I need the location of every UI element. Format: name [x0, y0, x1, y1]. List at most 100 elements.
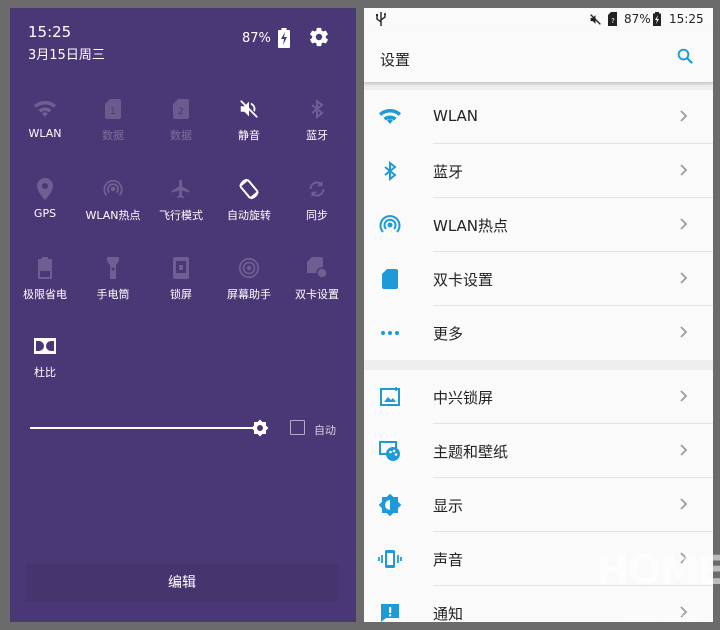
item-label: WLAN热点 [433, 217, 509, 235]
app-bar: 设置 [364, 30, 713, 82]
settings-item-display[interactable]: 显示 [364, 478, 713, 532]
settings-gear-icon[interactable] [308, 26, 330, 48]
usb-icon [376, 12, 386, 26]
mute-icon [240, 100, 258, 118]
wifi-icon [379, 109, 401, 124]
flashlight-icon [107, 257, 119, 279]
brightness-icon [378, 493, 402, 517]
clock: 15:25 [28, 23, 72, 41]
settings-item-bluetooth[interactable]: 蓝牙 [364, 144, 713, 198]
svg-text:1: 1 [110, 107, 116, 117]
lock-screen-image-icon [380, 387, 400, 406]
tile-data-1[interactable]: 1 数据 [80, 94, 146, 143]
tile-label: WLAN [28, 127, 62, 140]
tile-label: GPS [33, 207, 57, 220]
tile-label: 极限省电 [23, 288, 67, 301]
tile-sync[interactable]: 同步 [284, 174, 350, 223]
tile-label: 手电筒 [96, 288, 130, 301]
tile-gps[interactable]: GPS [12, 174, 78, 220]
settings-item-wlan[interactable]: WLAN [364, 90, 713, 144]
status-bar: ? 87% 15:25 [364, 8, 713, 30]
battery-saver-icon [38, 257, 52, 279]
tile-data-2[interactable]: 2 数据 [148, 94, 214, 143]
mute-status-icon [590, 14, 601, 25]
tile-label: 杜比 [34, 366, 56, 379]
notification-icon [381, 604, 399, 622]
tile-dual-sim[interactable]: 双卡设置 [284, 253, 350, 302]
tile-hotspot[interactable]: WLAN热点 [80, 174, 146, 223]
auto-brightness-checkbox[interactable] [290, 420, 305, 435]
settings-group-network: WLAN 蓝牙 WLAN热点 双卡设置 更多 [364, 90, 713, 360]
chevron-right-icon [680, 326, 688, 338]
brightness-slider[interactable] [30, 427, 261, 429]
battery-percent: 87% [242, 31, 271, 46]
chevron-right-icon [680, 390, 688, 402]
tile-auto-rotate[interactable]: 自动旋转 [216, 174, 282, 223]
tile-label: 双卡设置 [295, 288, 339, 301]
sim-card-icon [382, 269, 398, 289]
sim1-icon: 1 [105, 99, 121, 119]
rotate-icon [239, 178, 259, 200]
tile-battery-saver[interactable]: 极限省电 [12, 253, 78, 302]
tile-label: WLAN热点 [85, 209, 141, 222]
vibrate-icon [378, 550, 402, 568]
settings-item-hotspot[interactable]: WLAN热点 [364, 198, 713, 252]
page-title: 设置 [380, 51, 411, 69]
tile-label: 屏幕助手 [227, 288, 271, 301]
settings-screen: ? 87% 15:25 设置 WLAN 蓝牙 WLAN热点 双卡设置 更多 中兴… [364, 8, 713, 622]
dolby-icon [34, 338, 56, 354]
chevron-right-icon [680, 498, 688, 510]
chevron-right-icon [680, 110, 688, 122]
tile-mute[interactable]: 静音 [216, 94, 282, 143]
watermark-logo: HOME [596, 548, 720, 594]
sim-status-icon: ? [608, 12, 617, 26]
palette-icon [379, 441, 400, 461]
bluetooth-icon [311, 99, 324, 119]
hotspot-icon [103, 179, 123, 197]
settings-item-dual-sim[interactable]: 双卡设置 [364, 252, 713, 306]
date: 3月15日周三 [28, 48, 105, 63]
tile-label: 飞行模式 [159, 209, 203, 222]
location-icon [37, 178, 53, 200]
tile-label: 自动旋转 [227, 209, 271, 222]
tile-airplane[interactable]: 飞行模式 [148, 174, 214, 223]
settings-item-theme-wallpaper[interactable]: 主题和壁纸 [364, 424, 713, 478]
item-label: 中兴锁屏 [433, 389, 494, 407]
item-label: WLAN [433, 107, 479, 125]
settings-item-zte-lockscreen[interactable]: 中兴锁屏 [364, 370, 713, 424]
tile-bluetooth[interactable]: 蓝牙 [284, 94, 350, 143]
brightness-thumb-icon[interactable] [251, 419, 269, 437]
tile-lockscreen[interactable]: 锁屏 [148, 253, 214, 302]
tile-wlan[interactable]: WLAN [12, 94, 78, 140]
search-icon[interactable] [676, 47, 694, 65]
item-label: 主题和壁纸 [433, 443, 509, 461]
item-label: 显示 [433, 497, 464, 515]
edit-button[interactable]: 编辑 [26, 564, 338, 602]
chevron-right-icon [680, 218, 688, 230]
status-time: 15:25 [669, 12, 704, 26]
wifi-icon [34, 101, 56, 117]
item-label: 声音 [433, 551, 464, 569]
quick-settings-panel: 15:25 3月15日周三 87% WLAN 1 数据 2 数据 静音 蓝牙 G… [10, 8, 356, 622]
tile-screen-assistant[interactable]: 屏幕助手 [216, 253, 282, 302]
chevron-right-icon [680, 444, 688, 456]
item-label: 蓝牙 [433, 163, 464, 181]
item-label: 通知 [433, 605, 464, 622]
tile-dolby[interactable]: 杜比 [12, 331, 78, 380]
tile-label: 蓝牙 [306, 129, 328, 142]
tile-label: 同步 [306, 209, 328, 222]
tile-label: 锁屏 [170, 288, 192, 301]
bluetooth-icon [384, 160, 397, 182]
svg-text:2: 2 [178, 107, 184, 117]
item-label: 更多 [433, 325, 464, 343]
watermark-url: WWW.PCHOME.NET [624, 614, 703, 623]
tile-label: 数据 [102, 129, 124, 142]
tile-label: 静音 [238, 129, 260, 142]
auto-brightness-label: 自动 [314, 424, 336, 437]
airplane-icon [171, 179, 190, 199]
status-battery: 87% [624, 12, 651, 26]
tile-flashlight[interactable]: 手电筒 [80, 253, 146, 302]
lockscreen-icon [173, 257, 189, 279]
hotspot-icon [379, 215, 401, 233]
settings-item-more[interactable]: 更多 [364, 306, 713, 360]
